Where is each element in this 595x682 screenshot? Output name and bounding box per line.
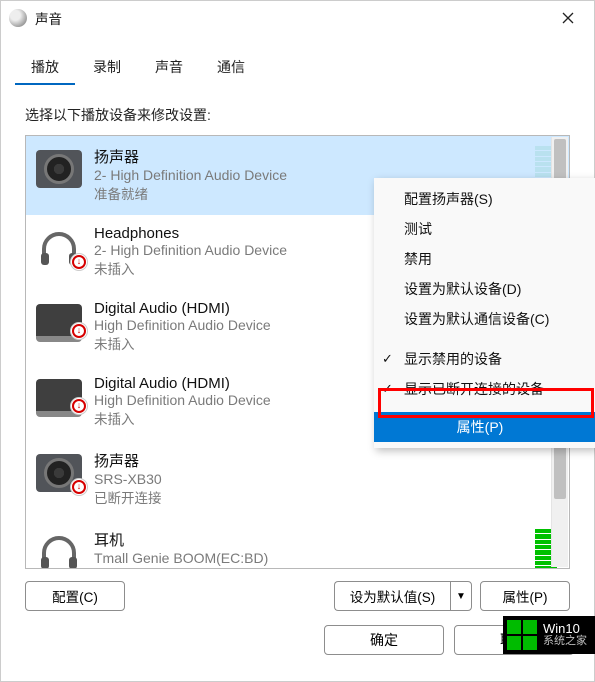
check-icon: ✓ [382,381,393,397]
prompt-text: 选择以下播放设备来修改设置: [25,105,570,125]
monitor-icon [36,304,82,342]
device-name: 扬声器 [94,450,559,471]
unplugged-badge-icon [70,322,88,340]
watermark-logo-icon [507,620,537,650]
tab-recording[interactable]: 录制 [77,51,137,85]
disconnected-badge-icon [70,478,88,496]
watermark: Win10 系统之家 [503,616,595,654]
monitor-icon [36,379,82,417]
menu-test[interactable]: 测试 [374,214,595,244]
watermark-text: Win10 系统之家 [543,622,587,647]
headphones-icon [36,229,82,267]
menu-show-disabled[interactable]: ✓显示禁用的设备 [374,344,595,374]
unplugged-badge-icon [70,397,88,415]
tab-strip: 播放 录制 声音 通信 [1,35,594,85]
menu-configure-speakers[interactable]: 配置扬声器(S) [374,184,595,214]
properties-button[interactable]: 属性(P) [480,581,570,611]
set-default-button[interactable]: 设为默认值(S) [334,581,450,611]
set-default-dropdown[interactable]: ▼ [450,581,472,611]
sound-icon [9,9,27,27]
menu-properties[interactable]: 属性(P) [374,412,595,442]
close-icon [562,12,574,24]
tab-sounds[interactable]: 声音 [139,51,199,85]
headphones-icon [36,533,82,569]
device-name: 耳机 [94,529,523,550]
speaker-icon [36,150,82,188]
menu-disable[interactable]: 禁用 [374,244,595,274]
device-status: 已断开连接 [94,487,559,507]
device-name: 扬声器 [94,146,523,167]
device-item[interactable]: 耳机 Tmall Genie BOOM(EC:BD) [26,519,569,569]
device-desc: Tmall Genie BOOM(EC:BD) [94,550,523,566]
ok-button[interactable]: 确定 [324,625,444,655]
check-icon: ✓ [382,351,393,367]
device-desc: SRS-XB30 [94,471,559,487]
tab-communications[interactable]: 通信 [201,51,261,85]
close-button[interactable] [548,4,588,32]
unplugged-badge-icon [70,253,88,271]
titlebar: 声音 [1,1,594,35]
lower-button-row: 配置(C) 设为默认值(S) ▼ 属性(P) [1,569,594,611]
tab-playback[interactable]: 播放 [15,51,75,85]
speaker-icon [36,454,82,492]
menu-set-default[interactable]: 设置为默认设备(D) [374,274,595,304]
context-menu: 配置扬声器(S) 测试 禁用 设置为默认设备(D) 设置为默认通信设备(C) ✓… [374,178,595,448]
configure-button[interactable]: 配置(C) [25,581,125,611]
menu-set-default-comm[interactable]: 设置为默认通信设备(C) [374,304,595,334]
menu-show-disconnected[interactable]: ✓显示已断开连接的设备 [374,374,595,404]
device-item[interactable]: 扬声器 SRS-XB30 已断开连接 [26,440,569,519]
window-title: 声音 [35,8,548,28]
